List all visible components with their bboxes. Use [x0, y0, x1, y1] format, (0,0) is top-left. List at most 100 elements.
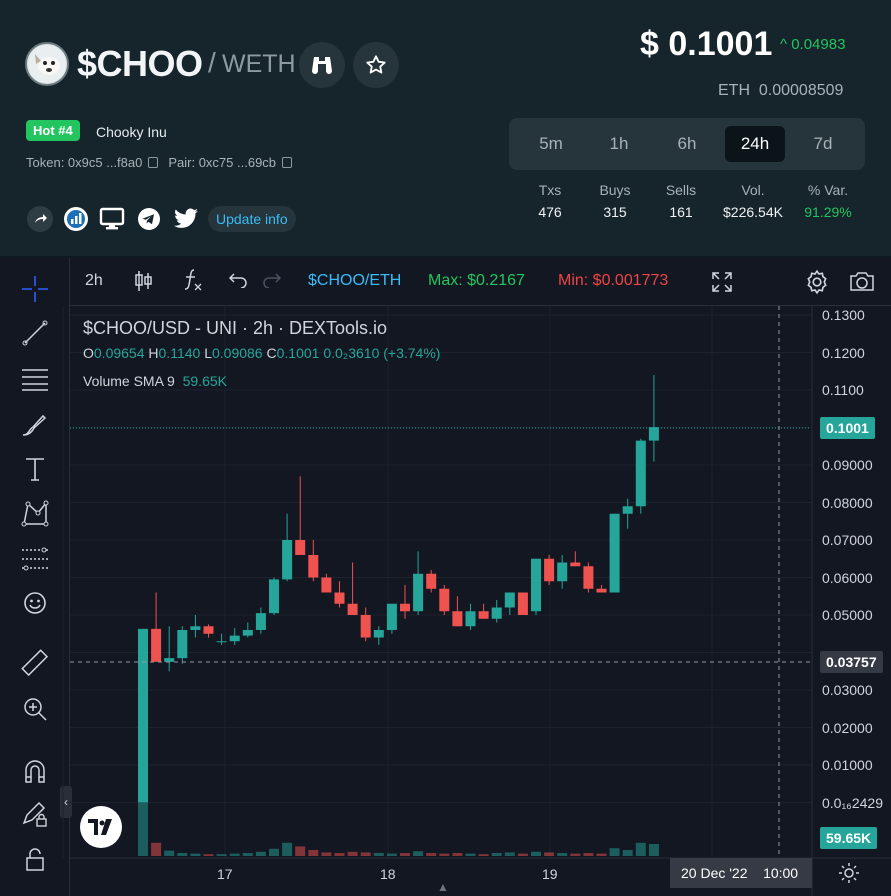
volume-sma-value: 59.65K [182, 373, 227, 389]
stat-buys-value: 315 [603, 204, 627, 220]
text-icon [26, 458, 44, 481]
tradingview-logo[interactable] [80, 806, 122, 848]
chart-title: $CHOO/USD - UNI · 2h · DEXTools.io [83, 318, 388, 338]
pencil-lock-icon [22, 801, 47, 827]
stat-txs-head: Txs [538, 182, 562, 198]
binoculars-icon [312, 57, 332, 74]
chart-pair-label[interactable]: $CHOO/ETH [308, 272, 401, 290]
chart-icon [64, 207, 88, 231]
stat-txs: Txs 476 [530, 182, 570, 220]
eth-price: ETH 0.00008509 [718, 82, 843, 100]
trendline-tool[interactable] [16, 314, 54, 352]
y-tick-label: 0.1100 [822, 382, 864, 398]
max-price-label: Max: $0.2167 [428, 272, 525, 289]
candle-type-button[interactable] [134, 270, 154, 297]
tab-7d[interactable]: 7d [793, 126, 853, 162]
share-icon [27, 206, 53, 232]
share-button[interactable] [27, 206, 53, 232]
binoculars-button[interactable] [299, 42, 345, 88]
volume-legend: Volume SMA 9 59.65K [83, 373, 227, 389]
high-value: 0.1140 [158, 345, 201, 361]
ruler-icon [21, 649, 49, 677]
candles-icon [135, 271, 152, 291]
telegram-button[interactable] [136, 206, 162, 232]
y-tick-label: 0.09000 [822, 457, 873, 473]
forecast-tool[interactable] [16, 540, 54, 578]
stat-buys-head: Buys [599, 182, 631, 198]
tab-5m[interactable]: 5m [521, 126, 581, 162]
collapse-toolbar-button[interactable]: ‹ [60, 786, 72, 818]
lock-drawing-tool[interactable] [16, 796, 54, 834]
volume-tag: 59.65K [820, 827, 878, 849]
token-name: Chooky Inu [96, 124, 167, 140]
tab-24h[interactable]: 24h [725, 126, 785, 162]
tab-6h[interactable]: 6h [657, 126, 717, 162]
pattern-icon [21, 500, 49, 527]
ohlc-legend: O0.09654 H0.1140 L0.09086 C0.1001 0.0₂36… [83, 345, 440, 361]
axis-settings-button[interactable] [838, 862, 860, 889]
magnet-icon [25, 760, 45, 783]
magnet-tool[interactable] [16, 752, 54, 790]
eth-price-label: ETH [718, 82, 750, 99]
text-tool[interactable] [16, 450, 54, 488]
scroll-up-icon[interactable]: ▲ [437, 880, 449, 894]
interval-button[interactable]: 2h [85, 272, 103, 290]
sun-icon [839, 863, 859, 883]
y-tick-label: 0.0₁₆2429 [822, 794, 883, 811]
gear-icon [807, 269, 827, 295]
y-tick-label: 0.1200 [822, 344, 865, 361]
token-address: Token: 0x9c5 ...f8a0 [26, 155, 143, 170]
crosshair-tool[interactable] [16, 270, 54, 308]
stat-sells-value: 161 [669, 204, 693, 220]
pair-address: Pair: 0xc75 ...69cb [168, 155, 277, 170]
chart-site-button[interactable] [63, 206, 89, 232]
stat-sells-head: Sells [665, 182, 697, 198]
fullscreen-button[interactable] [710, 270, 734, 299]
stat-sells: Sells 161 [660, 182, 702, 220]
twitter-button[interactable] [173, 206, 199, 232]
hot-rank-badge[interactable]: Hot #4 [26, 120, 80, 141]
camera-icon [850, 272, 874, 291]
y-tick-label: 0.1300 [822, 307, 865, 323]
redo-icon [263, 273, 282, 289]
undo-button[interactable] [228, 272, 248, 293]
lock-all-tool[interactable] [16, 840, 54, 878]
min-price-label: Min: $0.001773 [558, 272, 669, 289]
close-value: 0.1001 [276, 345, 320, 361]
emoji-tool[interactable] [16, 584, 54, 622]
chart-settings-button[interactable] [804, 269, 830, 300]
eth-price-value: 0.00008509 [758, 82, 844, 99]
usd-price: $ 0.1001 [640, 25, 773, 63]
horizontal-lines-icon [22, 369, 48, 391]
brush-tool[interactable] [16, 406, 54, 444]
token-logo [25, 42, 69, 86]
copy-token-icon[interactable] [148, 157, 159, 168]
zoom-tool[interactable] [16, 690, 54, 728]
stat-volume: Vol. $226.54K [717, 182, 789, 220]
y-tick-label: 0.05000 [822, 607, 873, 623]
tab-1h[interactable]: 1h [589, 126, 649, 162]
last-price-tag: 0.1001 [820, 417, 875, 439]
pattern-tool[interactable] [16, 494, 54, 532]
stat-variation: % Var. 91.29% [800, 182, 856, 220]
website-button[interactable] [99, 206, 125, 232]
price-change: ^ 0.04983 [780, 36, 846, 53]
fib-tool[interactable] [16, 360, 54, 398]
trendline-icon [22, 320, 48, 346]
measure-tool[interactable] [16, 644, 54, 682]
brush-icon [22, 414, 47, 436]
fullscreen-icon [712, 272, 732, 292]
copy-pair-icon[interactable] [282, 157, 293, 168]
twitter-icon [174, 208, 198, 228]
redo-button[interactable] [262, 272, 282, 293]
open-label: O [83, 345, 94, 361]
update-info-button[interactable]: Update info [208, 206, 296, 232]
low-label: L [204, 345, 212, 361]
forecast-icon [22, 547, 48, 571]
open-value: 0.09654 [93, 345, 145, 361]
stat-variation-value: 91.29% [804, 204, 852, 220]
favorite-button[interactable] [353, 42, 399, 88]
monitor-icon [99, 207, 125, 230]
indicators-button[interactable] [182, 268, 204, 298]
snapshot-button[interactable] [848, 269, 876, 298]
